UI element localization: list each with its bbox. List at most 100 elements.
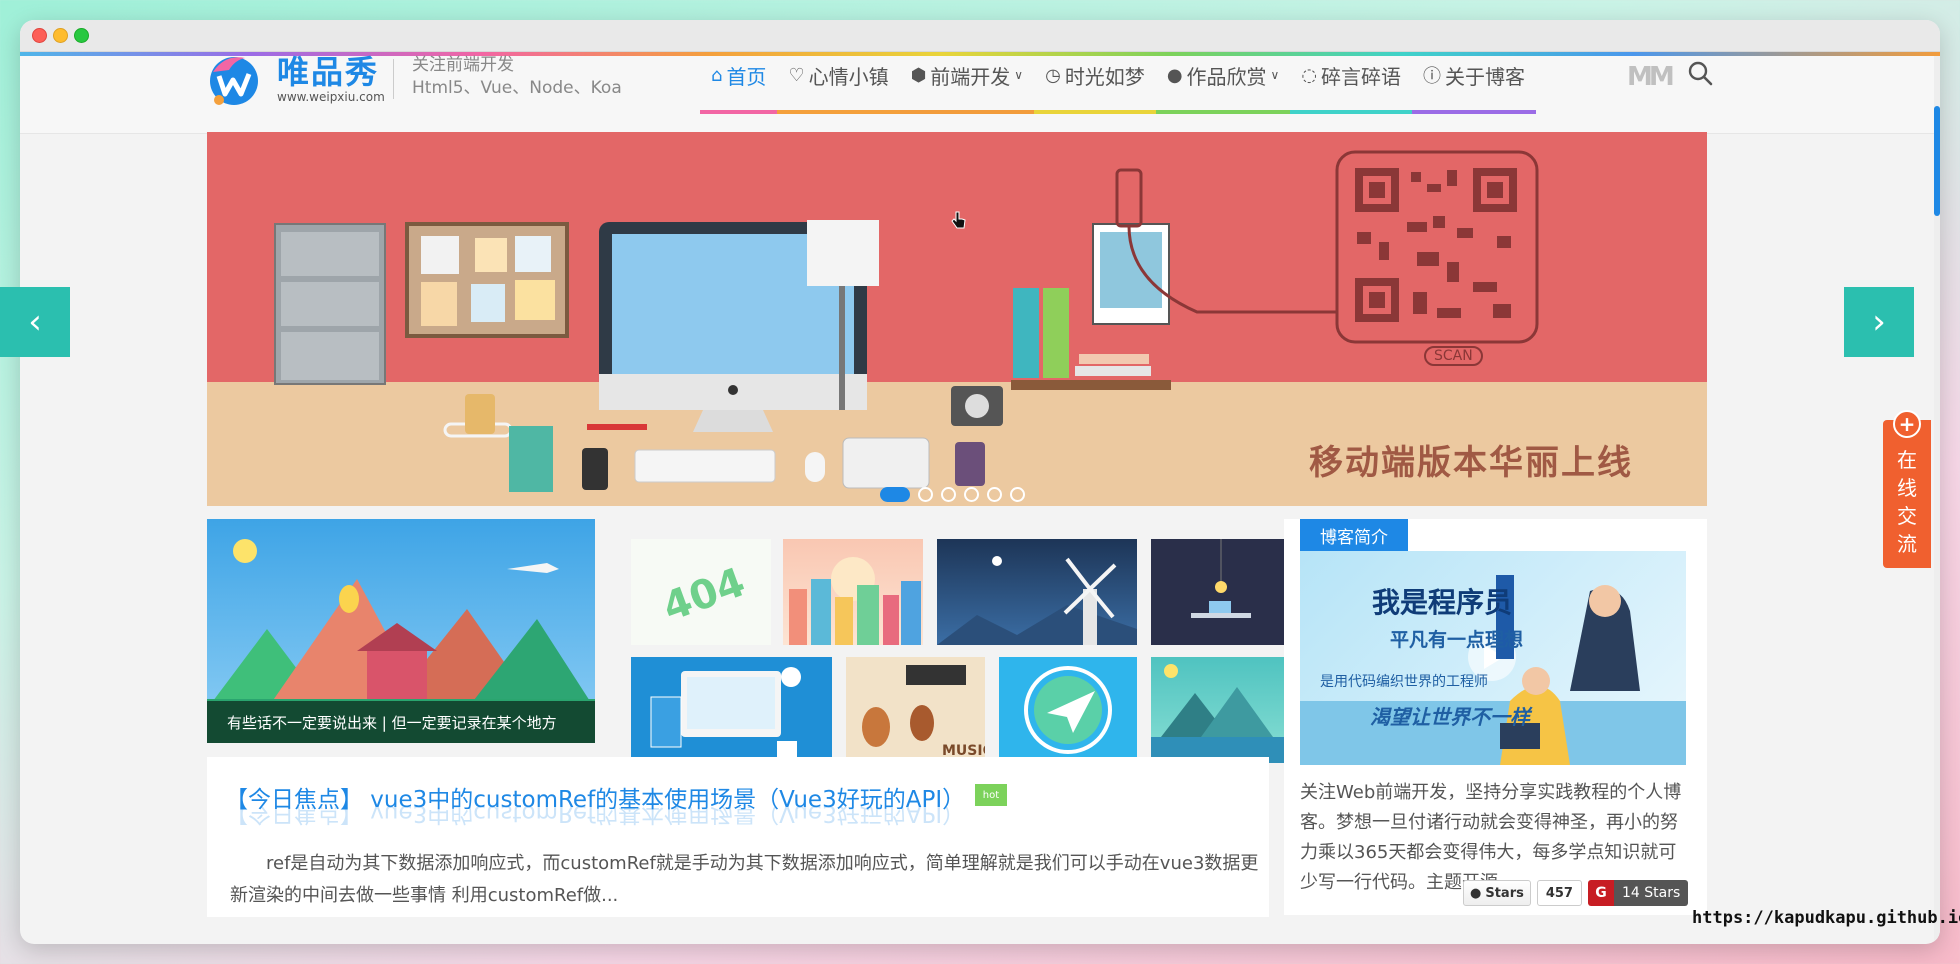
focus-excerpt: ref是自动为其下数据添加响应式，而customRef就是手动为其下数据添加响应… [230,853,1259,906]
nav-brand-mark-echo: M [1648,62,1675,92]
site-logo-icon[interactable] [205,50,263,108]
svg-text:404: 404 [657,559,751,631]
profile-banner[interactable]: 我是程序员 平凡有一点理想 是用代码编织世界的工程师 渴望让世界不一样 [1300,551,1686,765]
info-icon: ⓘ [1423,66,1442,87]
paper-plane-icon [1024,666,1112,754]
carousel-next-button[interactable]: › [1844,287,1914,357]
thumbnail-404[interactable]: 404 [631,539,771,645]
maximize-window-button[interactable] [74,28,89,43]
site-logo-text[interactable]: 唯品秀 www.weipxiu.com [277,54,385,104]
github-star-count[interactable]: 457 [1536,880,1582,906]
banner-slogan: 移动端版本华丽上线 [1309,443,1633,483]
nav-underline [1412,110,1537,114]
carousel-dot[interactable] [918,487,933,502]
profile-line-4: 渴望让世界不一样 [1370,705,1530,729]
hand-cursor-icon [951,211,966,229]
main-nav: ⌂ 首页 ♡ 心情小镇 ⬢ 前端开发 ∨ ◷ 时光如梦 ● 作品欣赏 ∨ ◌ 碎… [700,36,1537,114]
nav-brand-mark: M [1627,62,1653,92]
thumbnail-developer[interactable] [631,657,832,763]
thumbnail-city[interactable] [783,539,923,645]
nav-time[interactable]: ◷ 时光如梦 [1034,36,1156,114]
logo-url: www.weipxiu.com [277,90,385,104]
home-icon: ⌂ [711,64,723,86]
logo-title: 唯品秀 [277,53,380,91]
nav-home[interactable]: ⌂ 首页 [700,36,778,114]
focus-title-reflection: 【今日焦点】 vue3中的customRef的基本使用场景（Vue3好玩的API… [225,807,966,826]
tagline-line-1: 关注前端开发 [412,55,514,75]
profile-subtitle: 平凡有一点理想 [1390,629,1524,651]
nav-underline [899,110,1035,114]
chevron-down-icon: ∨ [1014,68,1024,82]
nav-talk-label: 碎言碎语 [1321,64,1402,89]
nav-time-label: 时光如梦 [1064,64,1145,89]
nav-mood[interactable]: ♡ 心情小镇 [777,36,900,114]
developer-screen-icon [650,667,801,757]
hero-carousel[interactable]: SCAN 移动端版本华丽上线 [207,132,1707,506]
city-skyline-icon [789,557,921,645]
nav-works-label: 作品欣赏 [1186,64,1267,89]
island-landscape-icon [1151,664,1290,763]
code-icon: ⬢ [910,64,927,86]
tagline-line-2: Html5、Vue、Node、Koa [412,78,622,98]
github-stars-button[interactable]: ● Stars [1463,880,1531,906]
chat-bubble-icon: ◌ [1301,64,1318,86]
thumbnail-desk-lamp[interactable] [1151,539,1290,645]
featured-caption: 有些话不一定要说出来 | 但一定要记录在某个地方 [207,701,595,743]
nav-underline [1155,110,1291,114]
nav-frontend-label: 前端开发 [930,64,1011,89]
nav-frontend[interactable]: ⬢ 前端开发 ∨ [899,36,1035,114]
carousel-dot[interactable] [964,487,979,502]
blog-intro-tab[interactable]: 博客简介 [1300,519,1408,551]
carousel-dot[interactable] [941,487,956,502]
chevron-down-icon: ∨ [1270,68,1280,82]
hot-badge: hot [975,784,1007,806]
clock-icon: ◷ [1045,64,1061,86]
carousel-prev-button[interactable]: ‹ [0,287,70,357]
nav-about[interactable]: ⓘ 关于博客 [1412,36,1537,114]
thumbnail-paper-plane[interactable] [999,657,1137,763]
minimize-window-button[interactable] [53,28,68,43]
nav-works[interactable]: ● 作品欣赏 ∨ [1155,36,1291,114]
carousel-dot[interactable] [880,487,910,502]
site-tagline: 关注前端开发 Html5、Vue、Node、Koa [412,54,622,100]
profile-title: 我是程序员 [1372,586,1513,619]
chevron-right-icon: › [1872,302,1886,342]
windmill-night-icon [937,556,1137,645]
heart-icon: ♡ [788,64,805,86]
github-icon: ● [1470,885,1482,901]
github-stars-label: Stars [1485,885,1524,901]
nav-talk[interactable]: ◌ 碎言碎语 [1290,36,1413,114]
carousel-dot[interactable] [987,487,1002,502]
nav-about-label: 关于博客 [1445,64,1526,89]
nav-brand-mark-icon[interactable]: MM [1627,62,1675,92]
music-instruments-icon: MUSIC [862,665,985,759]
desk-lamp-icon [1191,539,1251,618]
repo-badges: ● Stars 457 G 14 Stars [1463,880,1689,906]
thumbnail-island[interactable] [1151,657,1290,763]
nav-underline [700,110,778,114]
nav-underline [777,110,900,114]
gitee-stars-badge[interactable]: G 14 Stars [1587,880,1689,906]
page-scrollbar[interactable] [1934,56,1940,944]
online-chat-widget[interactable]: + 在线交流 [1883,410,1931,568]
404-illustration-icon: 404 [657,559,751,631]
scan-label: SCAN [1424,346,1483,366]
nav-underline [1290,110,1413,114]
profile-line-3: 是用代码编织世界的工程师 [1320,674,1488,690]
search-icon[interactable] [1685,58,1715,88]
nav-underline [1034,110,1156,114]
carousel-pagination [880,487,1025,502]
chat-widget-label: 在线交流 [1897,448,1917,556]
scrollbar-thumb[interactable] [1934,106,1940,216]
nav-home-label: 首页 [726,64,767,89]
carousel-dot[interactable] [1010,487,1025,502]
github-icon: ● [1166,64,1183,86]
nav-mood-label: 心情小镇 [808,64,889,89]
gitee-stars-text: 14 Stars [1613,880,1689,906]
close-window-button[interactable] [32,28,47,43]
plus-icon: + [1893,410,1921,438]
featured-article-card[interactable]: 有些话不一定要说出来 | 但一定要记录在某个地方 [207,519,595,743]
thumbnail-music[interactable]: MUSIC [846,657,985,763]
gitee-logo-icon: G [1587,880,1614,906]
thumbnail-windmill[interactable] [937,539,1137,645]
